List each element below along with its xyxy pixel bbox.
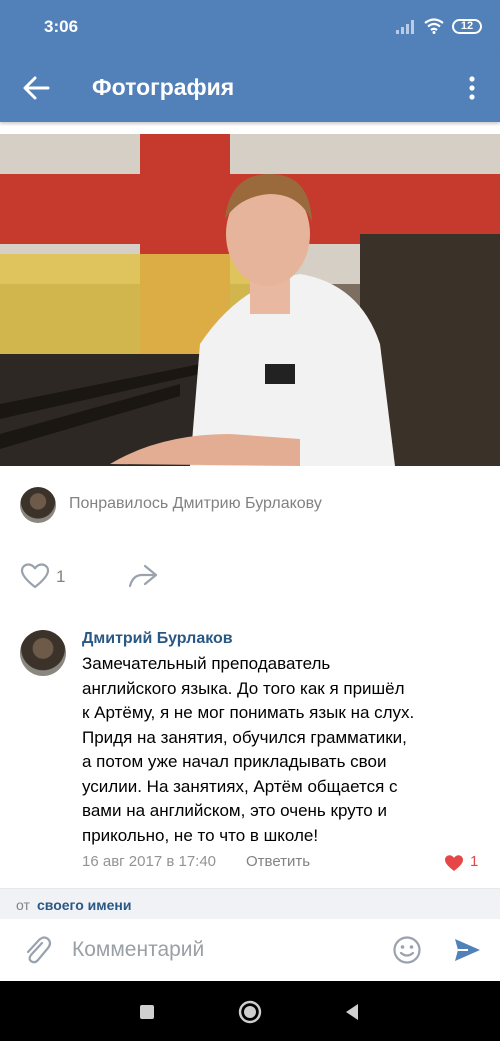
comment-like-count: 1 bbox=[470, 853, 479, 870]
comment-line: к Артёму, я не мог понимать язык на слух… bbox=[82, 703, 415, 722]
comment-line: Придя на занятия, обучился грамматики, bbox=[82, 727, 407, 747]
post-as-name[interactable]: своего имени bbox=[37, 897, 131, 913]
more-vertical-icon[interactable] bbox=[462, 74, 482, 102]
liked-by-row[interactable]: Понравилось Дмитрию Бурлакову bbox=[0, 484, 500, 524]
comment-line: английского языка. До того как я пришёл bbox=[82, 678, 405, 698]
arrow-left-icon[interactable] bbox=[22, 75, 50, 101]
battery-icon: 12 bbox=[452, 19, 482, 34]
reply-button[interactable]: Ответить bbox=[246, 853, 310, 870]
comment: Дмитрий Бурлаков Замечательный преподава… bbox=[0, 624, 500, 874]
comment-author[interactable]: Дмитрий Бурлаков bbox=[82, 630, 233, 648]
comment-line: вами на английском, это очень круто и bbox=[82, 801, 387, 820]
page-title: Фотография bbox=[92, 74, 235, 100]
comment-line: прикольно, не то что в школе! bbox=[82, 825, 319, 845]
photo[interactable] bbox=[0, 134, 500, 466]
system-nav-bar bbox=[0, 981, 500, 1041]
photo-image bbox=[0, 134, 500, 466]
avatar bbox=[20, 487, 56, 523]
home-button[interactable] bbox=[238, 1000, 262, 1024]
status-bar: 3:06 12 bbox=[0, 0, 500, 54]
recents-button[interactable] bbox=[140, 1005, 154, 1019]
paperclip-icon[interactable] bbox=[22, 934, 52, 966]
smile-icon[interactable] bbox=[392, 935, 422, 965]
app-bar: Фотография bbox=[0, 54, 500, 122]
wifi-icon bbox=[424, 18, 444, 34]
status-time: 3:06 bbox=[44, 17, 79, 36]
avatar[interactable] bbox=[20, 630, 66, 676]
comment-line: Замечательный преподаватель bbox=[82, 654, 331, 673]
comment-body: Замечательный преподаватель английского … bbox=[82, 652, 482, 848]
heart-filled-icon[interactable] bbox=[444, 854, 464, 872]
share-arrow-icon[interactable] bbox=[128, 562, 158, 590]
post-as-prefix: от bbox=[16, 897, 30, 913]
comment-input[interactable] bbox=[72, 935, 372, 965]
comment-composer bbox=[0, 919, 500, 981]
actions-row: 1 bbox=[0, 558, 500, 594]
comment-date: 16 авг 2017 в 17:40 bbox=[82, 853, 217, 870]
signal-icon bbox=[396, 20, 414, 34]
comment-line: а потом уже начал прикладывать свои bbox=[82, 752, 387, 771]
like-count: 1 bbox=[56, 567, 66, 586]
heart-outline-icon[interactable] bbox=[20, 562, 50, 590]
send-icon[interactable] bbox=[452, 935, 482, 965]
post-as-bar[interactable]: от своего имени bbox=[0, 888, 500, 919]
liked-by-text: Понравилось Дмитрию Бурлакову bbox=[69, 495, 322, 512]
back-button[interactable] bbox=[344, 1003, 360, 1021]
comment-line: усилии. На занятиях, Артём общается с bbox=[82, 776, 398, 796]
